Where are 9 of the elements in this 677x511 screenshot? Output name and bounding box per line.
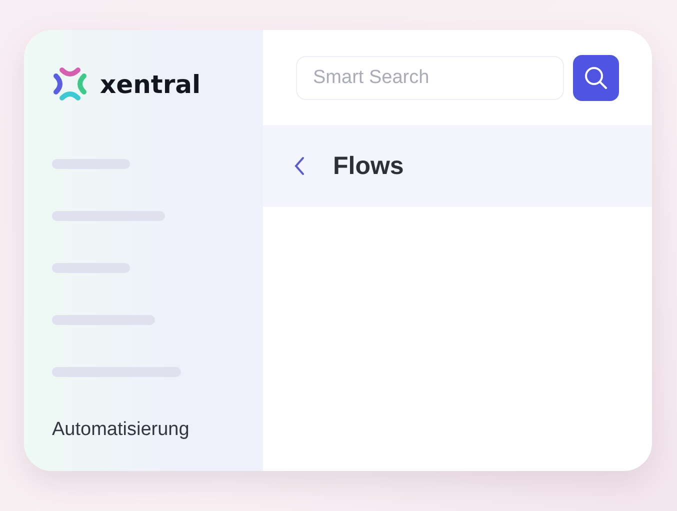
search-icon bbox=[583, 64, 609, 90]
search-button[interactable] bbox=[573, 54, 619, 100]
sidebar-item[interactable]: Automatisierung bbox=[52, 419, 263, 441]
logo-icon bbox=[52, 66, 88, 102]
search-field[interactable]: Smart Search bbox=[296, 56, 564, 100]
page-title: Flows bbox=[333, 152, 404, 180]
chevron-left-icon bbox=[293, 156, 305, 176]
brand-name: xentral bbox=[100, 70, 201, 98]
back-button[interactable] bbox=[293, 156, 305, 176]
